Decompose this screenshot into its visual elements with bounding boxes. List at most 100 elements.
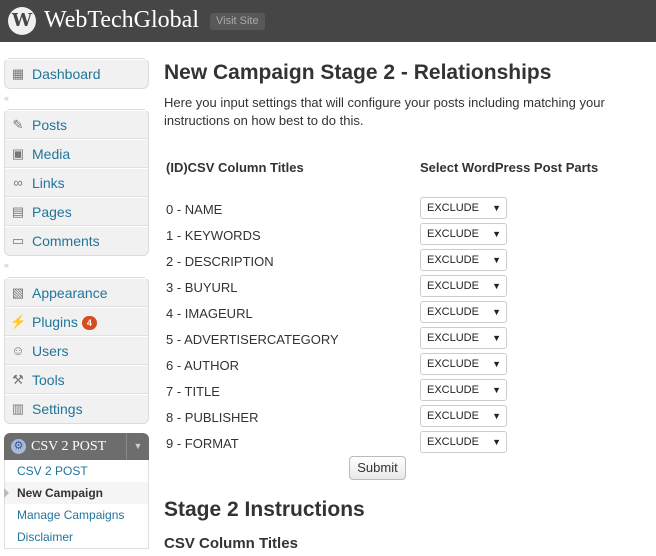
chevron-down-icon: ▼ <box>492 333 501 343</box>
post-part-select[interactable]: EXCLUDE ▼ <box>420 431 507 453</box>
plugin-icon: ⚡ <box>10 314 27 329</box>
pin-icon: ✎ <box>12 117 24 132</box>
submit-button[interactable]: Submit <box>349 456 406 480</box>
sidebar-item-settings[interactable]: ▥ Settings <box>5 394 148 423</box>
sidebar-item-label: Media <box>32 146 71 162</box>
chevron-down-icon: ▼ <box>492 255 501 265</box>
page-icon: ▤ <box>11 204 25 219</box>
csv-column-titles-heading: CSV Column Titles <box>164 535 298 552</box>
chevron-down-icon[interactable]: ▼ <box>126 433 149 460</box>
select-value: EXCLUDE <box>427 280 479 292</box>
csv2post-menu-header[interactable]: ⚙ CSV 2 POST ▼ <box>4 433 149 460</box>
submenu-manage-campaigns[interactable]: Manage Campaigns <box>5 504 148 526</box>
csv-column-label: 3 - BUYURL <box>166 280 238 295</box>
post-part-select[interactable]: EXCLUDE ▼ <box>420 249 507 271</box>
sidebar-item-comments[interactable]: ▭ Comments <box>5 226 148 255</box>
chevron-down-icon: ▼ <box>492 203 501 213</box>
post-part-select[interactable]: EXCLUDE ▼ <box>420 223 507 245</box>
post-part-select[interactable]: EXCLUDE ▼ <box>420 197 507 219</box>
sidebar-item-label: Pages <box>32 204 72 220</box>
select-value: EXCLUDE <box>427 436 479 448</box>
mapping-row: 6 - AUTHOR EXCLUDE ▼ <box>164 352 564 378</box>
csv-column-header: (ID)CSV Column Titles <box>166 160 304 175</box>
post-parts-header: Select WordPress Post Parts <box>420 160 599 175</box>
site-title[interactable]: WebTechGlobal <box>44 5 199 35</box>
post-part-select[interactable]: EXCLUDE ▼ <box>420 301 507 323</box>
settings-icon: ▥ <box>11 401 25 416</box>
stage2-heading: Stage 2 Instructions <box>164 498 365 521</box>
menu-collapse-arrow-icon[interactable]: « <box>4 94 16 103</box>
select-value: EXCLUDE <box>427 358 479 370</box>
csv2post-menu-title: CSV 2 POST <box>31 439 107 454</box>
sidebar-item-label: Posts <box>32 117 68 133</box>
media-icon: ▣ <box>11 146 25 161</box>
csv-column-label: 9 - FORMAT <box>166 436 239 451</box>
visit-site-button[interactable]: Visit Site <box>210 13 265 30</box>
sidebar-item-label: Dashboard <box>32 66 101 82</box>
chevron-down-icon: ▼ <box>492 359 501 369</box>
post-part-select[interactable]: EXCLUDE ▼ <box>420 379 507 401</box>
select-value: EXCLUDE <box>427 384 479 396</box>
admin-header: W WebTechGlobal Visit Site <box>0 0 656 42</box>
appearance-icon: ▧ <box>11 285 25 300</box>
submenu-disclaimer[interactable]: Disclaimer <box>5 526 148 548</box>
sidebar-item-media[interactable]: ▣ Media <box>5 139 148 168</box>
csv-column-label: 7 - TITLE <box>166 384 220 399</box>
csv-column-label: 4 - IMAGEURL <box>166 306 253 321</box>
mapping-row: 1 - KEYWORDS EXCLUDE ▼ <box>164 222 564 248</box>
comment-icon: ▭ <box>11 233 25 248</box>
update-count-badge: 4 <box>81 316 97 331</box>
sidebar-item-users[interactable]: ☺ Users <box>5 336 148 365</box>
link-icon: ∞ <box>13 175 23 190</box>
select-value: EXCLUDE <box>427 202 479 214</box>
post-part-select[interactable]: EXCLUDE ▼ <box>420 275 507 297</box>
sidebar-item-dashboard[interactable]: ▦ Dashboard <box>5 59 148 88</box>
sidebar-item-links[interactable]: ∞ Links <box>5 168 148 197</box>
select-value: EXCLUDE <box>427 306 479 318</box>
csv-column-label: 2 - DESCRIPTION <box>166 254 274 269</box>
post-part-select[interactable]: EXCLUDE ▼ <box>420 405 507 427</box>
chevron-down-icon: ▼ <box>492 307 501 317</box>
chevron-down-icon: ▼ <box>492 411 501 421</box>
csv-column-label: 6 - AUTHOR <box>166 358 239 373</box>
menu-collapse-arrow-icon[interactable]: « <box>4 261 16 270</box>
select-value: EXCLUDE <box>427 332 479 344</box>
submenu-csv2post[interactable]: CSV 2 POST <box>5 460 148 482</box>
chevron-down-icon: ▼ <box>492 229 501 239</box>
csv-column-label: 0 - NAME <box>166 202 223 217</box>
mapping-row: 3 - BUYURL EXCLUDE ▼ <box>164 274 564 300</box>
post-part-select[interactable]: EXCLUDE ▼ <box>420 327 507 349</box>
menu-group-content: ✎ Posts ▣ Media ∞ Links ▤ Pages ▭ Commen… <box>4 109 149 256</box>
mapping-row: 9 - FORMAT EXCLUDE ▼ <box>164 430 564 456</box>
tools-icon: ⚒ <box>12 372 24 387</box>
sidebar-item-tools[interactable]: ⚒ Tools <box>5 365 148 394</box>
sidebar-item-pages[interactable]: ▤ Pages <box>5 197 148 226</box>
csv-column-label: 1 - KEYWORDS <box>166 228 261 243</box>
sidebar-item-plugins[interactable]: ⚡ Plugins 4 <box>5 307 148 336</box>
dashboard-icon: ▦ <box>11 66 25 81</box>
mapping-row: 2 - DESCRIPTION EXCLUDE ▼ <box>164 248 564 274</box>
csv-column-label: 5 - ADVERTISERCATEGORY <box>166 332 339 347</box>
mapping-row: 5 - ADVERTISERCATEGORY EXCLUDE ▼ <box>164 326 564 352</box>
menu-group-dashboard: ▦ Dashboard <box>4 58 149 89</box>
chevron-down-icon: ▼ <box>492 437 501 447</box>
select-value: EXCLUDE <box>427 254 479 266</box>
submenu-new-campaign[interactable]: New Campaign <box>4 482 148 504</box>
chevron-down-icon: ▼ <box>492 385 501 395</box>
chevron-down-icon: ▼ <box>492 281 501 291</box>
post-part-select[interactable]: EXCLUDE ▼ <box>420 353 507 375</box>
sidebar-item-label: Links <box>32 175 65 191</box>
mapping-row: 7 - TITLE EXCLUDE ▼ <box>164 378 564 404</box>
sidebar-item-posts[interactable]: ✎ Posts <box>5 110 148 139</box>
mapping-row: 4 - IMAGEURL EXCLUDE ▼ <box>164 300 564 326</box>
sidebar-item-appearance[interactable]: ▧ Appearance <box>5 278 148 307</box>
csv2post-submenu: CSV 2 POST New Campaign Manage Campaigns… <box>4 460 149 549</box>
intro-line: Here you input settings that will config… <box>164 95 605 110</box>
wordpress-logo-icon[interactable]: W <box>8 7 36 35</box>
sidebar-item-label: Users <box>32 343 69 359</box>
sidebar-item-label: Appearance <box>32 285 108 301</box>
csv-column-label: 8 - PUBLISHER <box>166 410 259 425</box>
sidebar-item-label: Plugins 4 <box>32 314 97 331</box>
sidebar-item-label: Tools <box>32 372 65 388</box>
mapping-row: 8 - PUBLISHER EXCLUDE ▼ <box>164 404 564 430</box>
